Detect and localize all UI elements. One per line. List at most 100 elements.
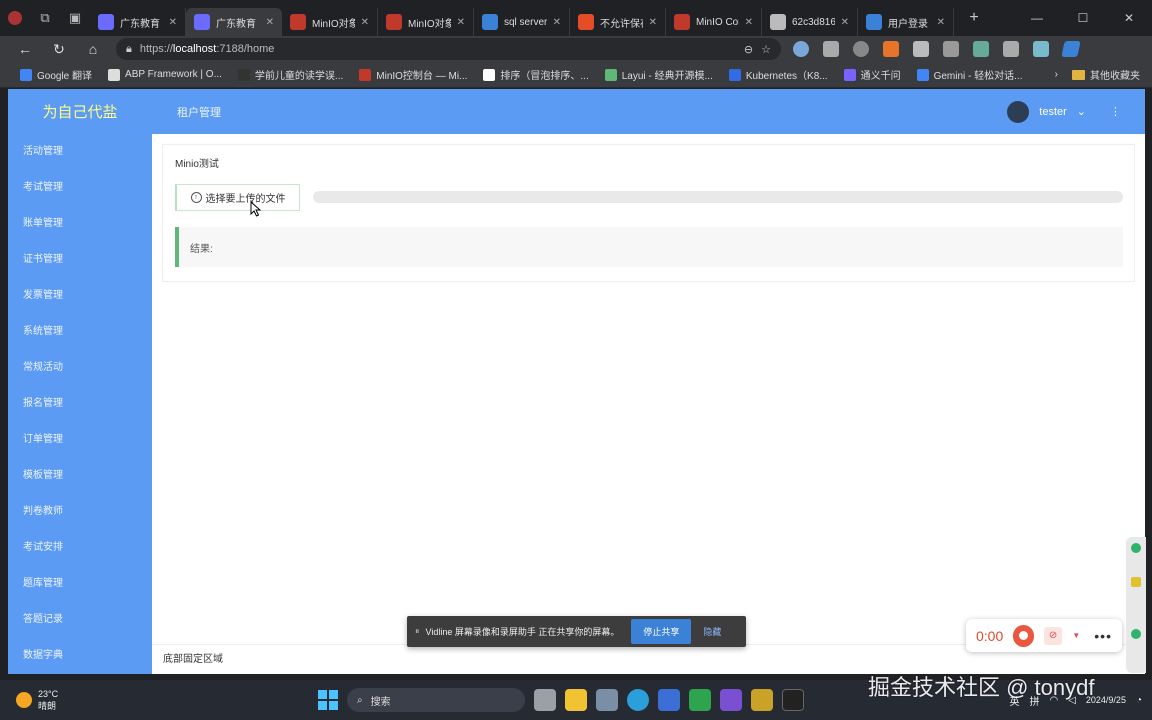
sidebar-item[interactable]: 证书管理 bbox=[8, 242, 152, 278]
back-icon[interactable]: ← bbox=[8, 41, 42, 57]
sidebar-item[interactable]: 考试管理 bbox=[8, 170, 152, 206]
screenshot-icon[interactable] bbox=[1003, 41, 1019, 57]
chat-app-icon[interactable] bbox=[689, 689, 711, 711]
favorites-icon[interactable] bbox=[973, 41, 989, 57]
record-stop-button[interactable] bbox=[1013, 624, 1034, 647]
bookmark-item[interactable]: Gemini - 轻松对话... bbox=[909, 67, 1031, 82]
browser-tab[interactable]: 广东教育 ✕ bbox=[186, 8, 282, 36]
copilot-icon[interactable] bbox=[1061, 41, 1081, 57]
tab-close-icon[interactable]: ✕ bbox=[361, 17, 369, 28]
tab-favicon-icon bbox=[578, 14, 594, 30]
upload-file-button[interactable]: ↑ 选择要上传的文件 bbox=[175, 184, 300, 211]
browser-tab[interactable]: 广东教育 ✕ bbox=[90, 8, 186, 36]
result-panel: 结果: bbox=[175, 227, 1123, 267]
task-view-icon[interactable] bbox=[534, 689, 556, 711]
more-tools-icon[interactable] bbox=[1033, 41, 1049, 57]
tab-label: MinIO Con bbox=[696, 16, 739, 28]
weather-desc: 晴朗 bbox=[38, 701, 57, 711]
maximize-icon[interactable]: ☐ bbox=[1060, 0, 1106, 36]
weather-widget[interactable]: 23°C 晴朗 bbox=[0, 688, 58, 712]
browser-tab[interactable]: sql server ✕ bbox=[474, 8, 570, 36]
bookmark-item[interactable]: Layui - 经典开源模... bbox=[597, 67, 721, 82]
terminal-icon[interactable] bbox=[782, 689, 804, 711]
sidebar-item[interactable]: 账单管理 bbox=[8, 206, 152, 242]
sidebar-item[interactable]: 数据字典 bbox=[8, 638, 152, 674]
avatar[interactable] bbox=[1007, 100, 1030, 123]
cloud-extension-icon[interactable] bbox=[793, 41, 809, 57]
tab-close-icon[interactable]: ✕ bbox=[649, 17, 657, 28]
other-bookmarks[interactable]: 其他收藏夹 bbox=[1072, 67, 1140, 82]
file-explorer-icon[interactable] bbox=[565, 689, 587, 711]
sidebar-item[interactable]: 判卷教师 bbox=[8, 494, 152, 530]
settings-icon[interactable] bbox=[596, 689, 618, 711]
url-input[interactable]: 🔒︎ https://localhost:7188/home ⊖ ☆ bbox=[116, 38, 781, 60]
dev-tool-icon[interactable] bbox=[751, 689, 773, 711]
visual-studio-icon[interactable] bbox=[720, 689, 742, 711]
sidebar-item[interactable]: 报名管理 bbox=[8, 386, 152, 422]
bookmark-item[interactable]: ABP Framework | O... bbox=[100, 67, 230, 82]
browser-tab[interactable]: MinIO对象 ✕ bbox=[378, 8, 474, 36]
sidebar-item[interactable]: 发票管理 bbox=[8, 278, 152, 314]
user-menu[interactable]: tester ⌄ ⋮ bbox=[1007, 100, 1145, 123]
browser-tab[interactable]: 62c3d816 ✕ bbox=[762, 8, 858, 36]
notification-bell-icon[interactable]: ◔ bbox=[1136, 695, 1142, 706]
header-nav-tenant[interactable]: 租户管理 bbox=[177, 104, 221, 120]
new-tab-button[interactable]: + bbox=[960, 4, 988, 32]
refresh-icon[interactable]: ↻ bbox=[42, 41, 76, 58]
tab-close-icon[interactable]: ✕ bbox=[937, 17, 945, 28]
stop-sharing-button[interactable]: 停止共享 bbox=[631, 619, 692, 644]
minimize-icon[interactable]: — bbox=[1014, 0, 1060, 36]
badge-extension-icon[interactable] bbox=[883, 41, 899, 57]
bookmark-favicon-icon bbox=[916, 68, 929, 81]
sidebar-item[interactable]: 系统管理 bbox=[8, 314, 152, 350]
sidebar-item[interactable]: 题库管理 bbox=[8, 566, 152, 602]
tab-close-icon[interactable]: ✕ bbox=[169, 17, 177, 28]
bookmark-item[interactable]: 排序（冒泡排序、... bbox=[475, 67, 596, 82]
sidebar-item[interactable]: 模板管理 bbox=[8, 458, 152, 494]
windows-start-icon[interactable] bbox=[318, 690, 338, 710]
tab-close-icon[interactable]: ✕ bbox=[841, 17, 849, 28]
browser-tab[interactable]: MinIO对象 ✕ bbox=[282, 8, 378, 36]
tab-close-icon[interactable]: ✕ bbox=[457, 17, 465, 28]
close-window-icon[interactable]: ✕ bbox=[1106, 0, 1152, 36]
browser-tab[interactable]: 不允许保存 ✕ bbox=[570, 8, 666, 36]
bookmark-item[interactable]: 学前儿童的读学误... bbox=[230, 67, 351, 82]
mic-off-icon[interactable]: ⊘ bbox=[1043, 626, 1063, 645]
browser-tab[interactable]: 用户登录 ✕ bbox=[858, 8, 954, 36]
sidebar-item[interactable]: 考试安排 bbox=[8, 530, 152, 566]
tab-actions-icon[interactable]: ▣ bbox=[60, 0, 90, 36]
split-screen-icon[interactable] bbox=[943, 41, 959, 57]
sidebar-item[interactable]: 订单管理 bbox=[8, 422, 152, 458]
bookmark-item[interactable]: Kubernetes（K8... bbox=[721, 67, 836, 82]
sidebar-item[interactable]: 活动管理 bbox=[8, 134, 152, 170]
tab-close-icon[interactable]: ✕ bbox=[745, 17, 753, 28]
magnifier-app-icon[interactable] bbox=[658, 689, 680, 711]
workspaces-icon[interactable]: ⧉ bbox=[30, 0, 60, 36]
hide-banner-link[interactable]: 隐藏 bbox=[703, 625, 721, 638]
gear-extension-icon[interactable] bbox=[853, 41, 869, 57]
edge-browser-icon[interactable] bbox=[627, 689, 649, 711]
search-placeholder: 搜索 bbox=[370, 696, 391, 708]
bookmark-item[interactable]: Google 翻译 bbox=[12, 67, 100, 82]
kebab-menu-icon[interactable]: ⋮ bbox=[1110, 105, 1121, 118]
bookmark-label: 学前儿童的读学误... bbox=[254, 71, 344, 82]
more-options-icon[interactable]: ••• bbox=[1094, 628, 1112, 644]
bookmark-item[interactable]: 通义千问 bbox=[836, 67, 909, 82]
home-icon[interactable]: ⌂ bbox=[76, 41, 110, 57]
taskbar-search[interactable]: ⌕ 搜索 bbox=[347, 688, 525, 712]
tab-favicon-icon bbox=[98, 14, 114, 30]
zoom-icon[interactable]: ⊖ bbox=[744, 43, 753, 56]
browser-tab[interactable]: MinIO Con ✕ bbox=[666, 8, 762, 36]
sidebar-item[interactable]: 答题记录 bbox=[8, 602, 152, 638]
app-logo[interactable]: 为自己代盐 bbox=[8, 101, 152, 122]
tab-close-icon[interactable]: ✕ bbox=[266, 17, 274, 28]
mic-dropdown-icon[interactable]: ▼ bbox=[1072, 631, 1080, 640]
puzzle-extension-icon[interactable] bbox=[913, 41, 929, 57]
shield-extension-icon[interactable] bbox=[823, 41, 839, 57]
chevron-right-icon[interactable]: › bbox=[1055, 69, 1058, 80]
favorite-star-icon[interactable]: ☆ bbox=[761, 43, 771, 56]
bookmark-item[interactable]: MinIO控制台 — Mi... bbox=[351, 67, 475, 82]
tab-close-icon[interactable]: ✕ bbox=[553, 17, 561, 28]
profile-icon[interactable] bbox=[0, 0, 30, 36]
sidebar-item[interactable]: 常规活动 bbox=[8, 350, 152, 386]
